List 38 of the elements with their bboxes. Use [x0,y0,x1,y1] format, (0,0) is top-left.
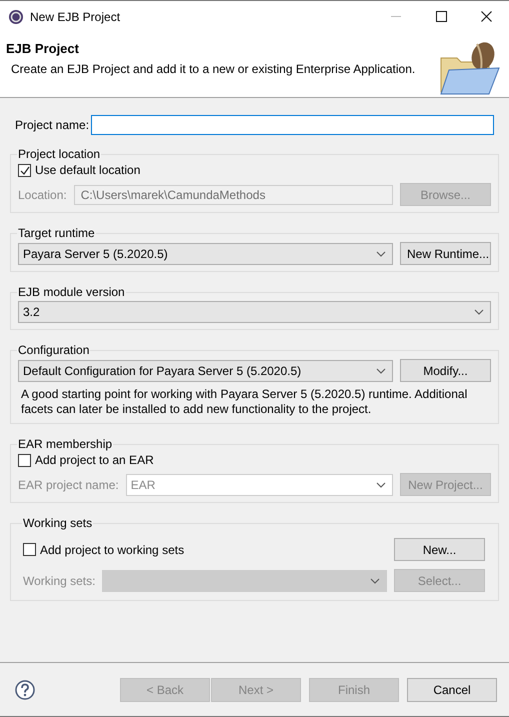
app-icon [8,8,24,24]
button[interactable]: New... [394,538,485,561]
configuration-description: A good starting point for working with Payara Server 5 (5.2020.5) runtime. Additional facets can later be installed to add new functionality to the project. [20,387,468,417]
button[interactable]: Modify... [400,359,491,382]
checkbox-label: Add project to working sets [40,542,184,556]
dropdown[interactable]: 3.2 [18,301,491,323]
maximize-icon[interactable] [436,11,447,22]
dropdown[interactable]: Default Configuration for Payara Server 5 (5.2020.5) [18,360,393,382]
button[interactable]: New Runtime... [400,242,491,265]
field-label: Location: [18,188,67,202]
button[interactable]: Cancel [407,678,497,702]
checkbox[interactable] [23,543,36,556]
group-title: Target runtime [17,226,96,240]
checkbox[interactable] [18,454,31,466]
field-label: Working sets: [23,574,96,588]
checkbox-label: Add project to an EAR [35,453,154,467]
window-title: New EJB Project [30,10,120,24]
chevron-icon [474,309,484,315]
checkbox[interactable] [18,164,31,176]
chevron-icon [370,578,380,584]
field-label: Project name: [15,118,90,132]
checkbox-label: Use default location [35,163,140,177]
chevron-icon [376,250,386,256]
group-title: Working sets [22,516,94,530]
group-title: Project location [17,147,102,161]
close-icon[interactable] [481,11,492,22]
group-title: EJB module version [17,285,126,299]
checkmark-icon [19,164,30,176]
page-title: EJB Project [6,41,80,56]
group-title: EAR membership [17,437,114,451]
help-icon[interactable] [15,680,35,700]
dropdown[interactable]: Payara Server 5 (5.2020.5) [18,242,393,264]
group-title: Configuration [17,343,90,357]
text-field[interactable] [91,115,494,135]
chevron-icon [376,368,386,374]
page-description: Create an EJB Project and add it to a new or existing Enterprise Application. [10,62,416,76]
chevron-icon [376,482,386,488]
field-label: EAR project name: [18,478,119,492]
